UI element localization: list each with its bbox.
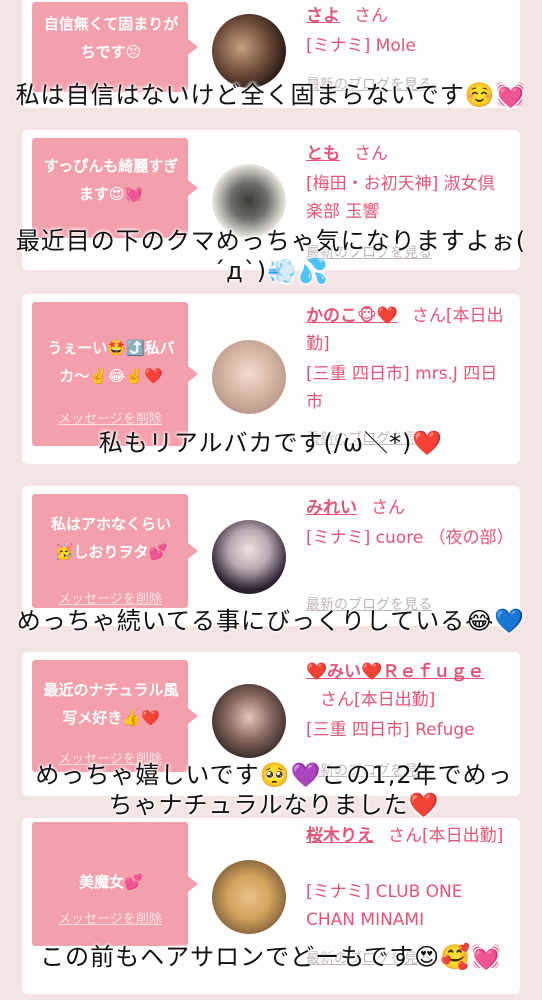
- member-suffix: さん: [354, 6, 388, 26]
- member-name-line: ❤️みい❤️Ｒｅｆｕｇｅ さん[本日出勤]: [306, 658, 506, 714]
- shop-name[interactable]: [ミナミ] cuore （夜の部）: [306, 524, 514, 552]
- message-bubble: 最近のナチュラル風写メ好き👍❤️ メッセージを削除: [32, 660, 198, 772]
- member-suffix: さん: [354, 144, 388, 164]
- message-bubble: うぇーい🤩⤴️私バカ〜✌️😂✌️❤️ メッセージを削除: [32, 302, 198, 446]
- member-name-link[interactable]: ❤️みい❤️Ｒｅｆｕｇｅ: [306, 662, 484, 682]
- comment-caption: この前もヘアサロンでどーもです😍🥰💓: [40, 943, 502, 971]
- avatar[interactable]: [212, 14, 286, 88]
- shop-name[interactable]: [三重 四日市] Refuge: [306, 716, 526, 744]
- member-name-line: みれい さん: [306, 494, 510, 522]
- comment-caption: 私もリアルバカです(/ω＼*)❤️: [98, 429, 444, 457]
- shop-name[interactable]: [三重 四日市] mrs.J 四日市: [306, 360, 506, 416]
- delete-message-link[interactable]: メッセージを削除: [32, 588, 188, 607]
- message-text: 自信無くて固まりがちです😣: [43, 15, 179, 61]
- message-bubble: 自信無くて固まりがちです😣 メッセージを削除: [32, 2, 198, 101]
- message-text: 私はアホなくらい🥳しおりヲタ💕: [50, 515, 171, 561]
- delete-message-link[interactable]: メッセージを削除: [32, 408, 188, 427]
- member-name-line: かのこ🐵❤️ さん[本日出勤]: [306, 302, 506, 358]
- shop-name[interactable]: [ミナミ] Mole: [306, 32, 512, 60]
- delete-message-link[interactable]: メッセージを削除: [32, 908, 188, 927]
- member-suffix: さん[本日出勤]: [320, 690, 436, 710]
- message-bubble: すっぴんも綺麗すぎます😍💓: [32, 138, 198, 238]
- comment-caption: 私は自信はないけど全く固まらないです☺️💓: [15, 81, 527, 109]
- member-name-line: さよ さん: [306, 2, 510, 30]
- comment-caption: 最近目の下のクマめっちゃ気になりますよぉ( ´д`)💨💦: [15, 227, 527, 285]
- message-text: うぇーい🤩⤴️私バカ〜✌️😂✌️❤️: [47, 339, 175, 385]
- member-name-line: 桜木りえ さん[本日出勤]: [306, 822, 506, 850]
- member-suffix: さん: [371, 498, 405, 518]
- message-bubble: 美魔女💕 メッセージを削除: [32, 822, 198, 946]
- message-text: 美魔女💕: [79, 873, 143, 891]
- member-name-link[interactable]: 桜木りえ: [306, 826, 374, 846]
- message-bubble: 私はアホなくらい🥳しおりヲタ💕 メッセージを削除: [32, 494, 198, 608]
- shop-name[interactable]: [ミナミ] CLUB ONE CHAN MINAMI: [306, 878, 506, 934]
- avatar[interactable]: [212, 860, 286, 934]
- avatar[interactable]: [212, 684, 286, 758]
- member-name-link[interactable]: かのこ🐵❤️: [306, 306, 398, 326]
- member-name-link[interactable]: みれい: [306, 498, 357, 518]
- member-card: 私はアホなくらい🥳しおりヲタ💕 メッセージを削除 みれい さん [ミナミ] cuo…: [22, 486, 520, 626]
- comment-caption: めっちゃ嬉しいです🥺💜この1,2年でめっちゃナチュラルなりました❤️: [35, 761, 513, 819]
- avatar[interactable]: [212, 340, 286, 414]
- member-suffix: さん[本日出勤]: [388, 826, 504, 846]
- member-name-line: とも さん: [306, 140, 510, 168]
- comment-caption: めっちゃ続いてる事にびっくりしている😂💙: [16, 607, 526, 635]
- member-name-link[interactable]: さよ: [306, 6, 340, 26]
- shop-name[interactable]: [梅田・お初天神] 淑女倶楽部 玉響: [306, 170, 496, 226]
- message-text: すっぴんも綺麗すぎます😍💓: [43, 157, 179, 203]
- avatar[interactable]: [212, 520, 286, 594]
- member-name-link[interactable]: とも: [306, 144, 340, 164]
- message-text: 最近のナチュラル風写メ好き👍❤️: [43, 681, 179, 727]
